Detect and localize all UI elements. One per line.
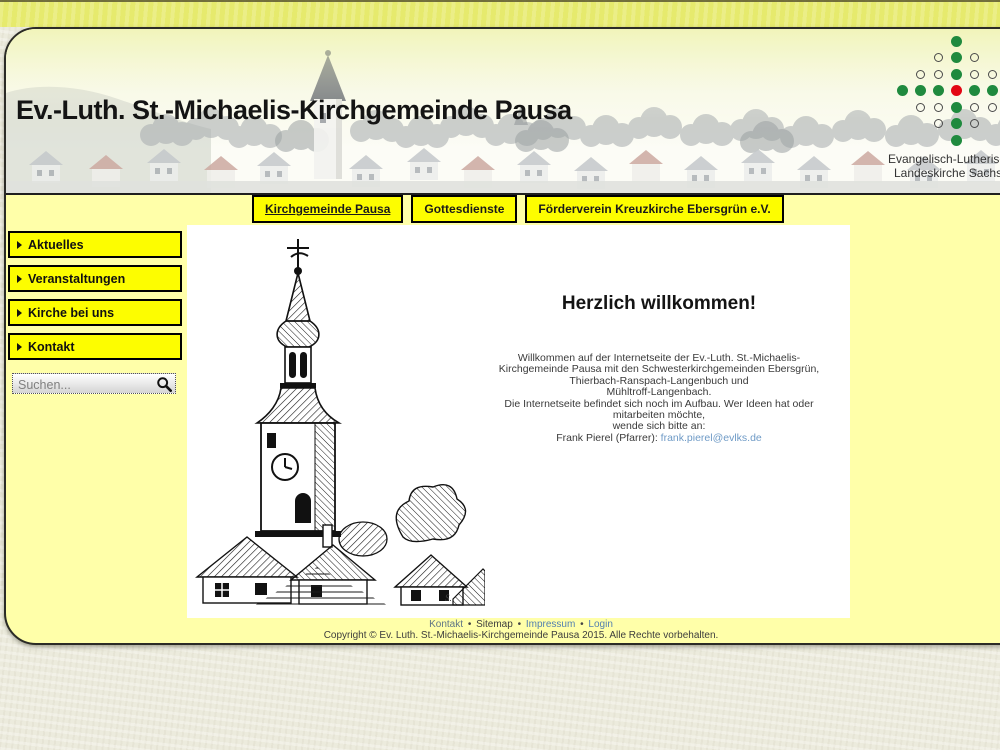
triangle-bullet-icon xyxy=(17,241,22,249)
welcome-paragraph: Willkommen auf der Internetseite der Ev.… xyxy=(489,353,829,433)
logo-dot-outline xyxy=(970,103,979,112)
tab-foerderverein[interactable]: Förderverein Kreuzkirche Ebersgrün e.V. xyxy=(525,195,783,223)
church-illustration: S. xyxy=(195,235,485,607)
tab-gottesdienste[interactable]: Gottesdienste xyxy=(411,195,517,223)
page-title: Ev.-Luth. St.-Michaelis-Kirchgemeinde Pa… xyxy=(16,95,572,126)
logo-dot-outline xyxy=(934,53,943,62)
logo-dot-outline xyxy=(916,103,925,112)
footer-link-login[interactable]: Login xyxy=(588,619,612,630)
contact-prefix: Frank Pierel (Pfarrer): xyxy=(556,432,660,444)
logo-dot-green xyxy=(933,85,944,96)
page-container: Ev.-Luth. St.-Michaelis-Kirchgemeinde Pa… xyxy=(4,27,1000,645)
logo-dot-green xyxy=(951,118,962,129)
logo-dot-green xyxy=(951,36,962,47)
sidebar-menu: Aktuelles Veranstaltungen Kirche bei uns… xyxy=(8,231,184,394)
contact-line: Frank Pierel (Pfarrer): frank.pierel@evl… xyxy=(489,433,829,444)
logo-text: Evangelisch-Lutherische Landeskirche Sac… xyxy=(888,153,1000,180)
footer-link-impressum[interactable]: Impressum xyxy=(526,619,575,630)
header-banner: Ev.-Luth. St.-Michaelis-Kirchgemeinde Pa… xyxy=(6,29,1000,195)
logo-dot-green xyxy=(951,102,962,113)
sidebar-item-kontakt[interactable]: Kontakt xyxy=(8,333,182,360)
landeskirche-logo: Evangelisch-Lutherische Landeskirche Sac… xyxy=(888,33,1000,191)
email-link[interactable]: frank.pierel@evlks.de xyxy=(661,432,762,444)
logo-dot-outline xyxy=(970,70,979,79)
tab-kirchgemeinde-pausa[interactable]: Kirchgemeinde Pausa xyxy=(252,195,403,223)
dot-cross-icon xyxy=(888,33,1000,149)
logo-dot-outline xyxy=(970,53,979,62)
triangle-bullet-icon xyxy=(17,309,22,317)
logo-dot-green xyxy=(951,69,962,80)
logo-text-line2: Landeskirche Sachsens xyxy=(894,167,1000,181)
copyright-text: Copyright © Ev. Luth. St.-Michaelis-Kirc… xyxy=(6,630,1000,641)
triangle-bullet-icon xyxy=(17,343,22,351)
logo-dot-green xyxy=(987,85,998,96)
search-box xyxy=(12,373,176,394)
footer-separator: • xyxy=(518,619,522,630)
logo-dot-outline xyxy=(988,70,997,79)
footer: Kontakt • Sitemap • Impressum • Login Co… xyxy=(6,619,1000,641)
sidebar-item-kirche-bei-uns[interactable]: Kirche bei uns xyxy=(8,299,182,326)
footer-separator: • xyxy=(580,619,584,630)
search-input[interactable] xyxy=(16,374,150,395)
browser-top-strip xyxy=(0,0,1000,27)
logo-dot-outline xyxy=(934,103,943,112)
logo-dot-outline xyxy=(970,119,979,128)
logo-dot-green xyxy=(951,52,962,63)
footer-links: Kontakt • Sitemap • Impressum • Login xyxy=(6,619,1000,630)
triangle-bullet-icon xyxy=(17,275,22,283)
logo-dot-red xyxy=(951,85,962,96)
logo-text-line1: Evangelisch-Lutherische xyxy=(888,153,1000,167)
logo-dot-outline xyxy=(988,103,997,112)
footer-separator: • xyxy=(468,619,472,630)
svg-text:S.: S. xyxy=(445,593,452,603)
logo-dot-outline xyxy=(916,70,925,79)
sidebar-item-veranstaltungen[interactable]: Veranstaltungen xyxy=(8,265,182,292)
logo-dot-green xyxy=(915,85,926,96)
welcome-heading: Herzlich willkommen! xyxy=(489,293,829,315)
main-content: S. Herzlich willkommen! Willkommen auf d… xyxy=(187,225,850,618)
page-background: { "page": { "header": { "title": "Ev.-Lu… xyxy=(0,0,1000,750)
footer-link-kontakt[interactable]: Kontakt xyxy=(429,619,463,630)
logo-dot-outline xyxy=(934,119,943,128)
logo-dot-green xyxy=(951,135,962,146)
logo-dot-green xyxy=(969,85,980,96)
logo-dot-outline xyxy=(934,70,943,79)
search-icon[interactable] xyxy=(156,376,172,392)
sidebar-item-aktuelles[interactable]: Aktuelles xyxy=(8,231,182,258)
welcome-section: Herzlich willkommen! Willkommen auf der … xyxy=(489,293,829,444)
main-nav: Kirchgemeinde Pausa Gottesdienste Förder… xyxy=(252,195,784,223)
logo-dot-green xyxy=(897,85,908,96)
footer-link-sitemap[interactable]: Sitemap xyxy=(476,619,513,630)
